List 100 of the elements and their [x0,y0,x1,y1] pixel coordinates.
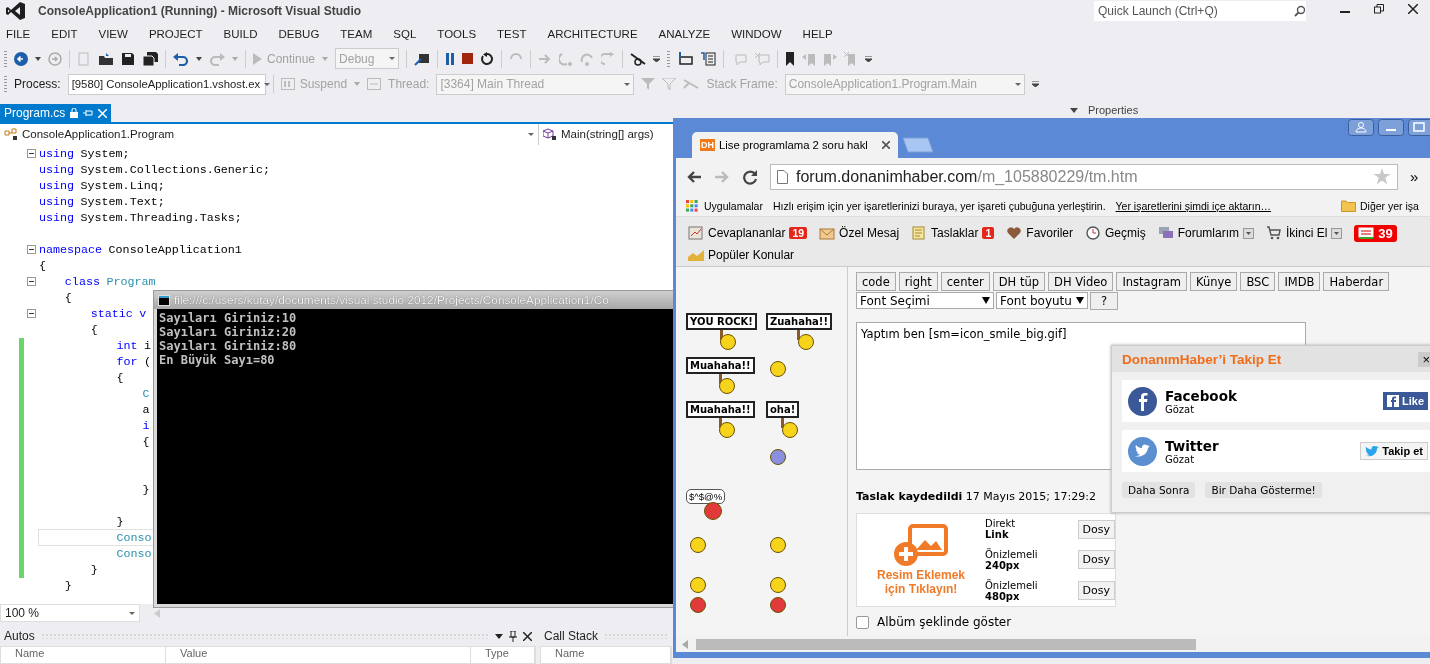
pin-icon[interactable] [509,630,517,642]
format-button[interactable]: Künye [1189,272,1238,291]
format-button[interactable]: DH Video [1048,272,1114,291]
caret-icon[interactable] [495,633,503,639]
back-icon[interactable] [14,51,28,66]
column-header[interactable]: Name [541,647,671,663]
maximize-icon[interactable] [1408,119,1430,136]
menu-item[interactable]: SQL [387,27,427,40]
smiley-icon[interactable] [690,537,706,553]
format-button[interactable]: DH tüp [992,272,1046,291]
address-bar[interactable]: forum.donanimhaber.com/m_105880229/tm.htm [770,163,1398,190]
menu-item[interactable]: FILE [0,27,41,40]
collapse-icon[interactable] [26,149,36,159]
sign-smiley-drawing[interactable]: Muahaha!! [686,357,755,394]
menu-item[interactable]: PROJECT [142,27,213,40]
bookmark-icon[interactable] [785,51,796,66]
star-icon[interactable] [1373,168,1391,185]
user-icon[interactable] [1348,119,1374,136]
site-nav-link[interactable]: İkinci El [1266,226,1343,240]
smiley-icon[interactable] [770,361,786,377]
column-header[interactable]: Type [471,647,535,663]
like-button[interactable]: Like [1383,392,1428,410]
font-size-select[interactable]: Font boyutu [996,292,1088,309]
caret-icon[interactable] [196,56,202,61]
type-dropdown[interactable]: ConsoleApplication1.Program [0,124,539,145]
browser-tab[interactable]: DH Lise programlama 2 soru hakl [692,132,898,158]
format-button[interactable]: code [856,272,896,291]
smiley-icon[interactable] [690,577,706,593]
site-nav-link[interactable]: Taslaklar 1 [911,226,995,240]
overflow-icon[interactable] [1031,81,1039,88]
menu-item[interactable]: HELP [796,27,843,40]
format-button[interactable]: BSC [1240,272,1276,291]
font-select[interactable]: Font Seçimi [856,292,994,309]
caret-icon[interactable] [1070,107,1078,113]
menu-item[interactable]: BUILD [217,27,268,40]
back-icon[interactable] [686,169,702,184]
more-button[interactable]: » [1410,168,1419,185]
menu-item[interactable]: DEBUG [272,27,330,40]
format-button[interactable]: Haberdar [1323,272,1390,291]
file-button[interactable]: Dosy [1077,581,1115,601]
file-button[interactable]: Dosy [1077,550,1115,570]
caret-icon[interactable] [35,56,41,61]
messages-badge[interactable]: 39 [1354,224,1397,242]
sign-smiley-drawing[interactable]: YOU ROCK! [686,313,757,350]
save-all-icon[interactable] [142,51,158,66]
collapse-icon[interactable] [26,309,36,319]
sign-smiley-drawing[interactable]: oha! [766,401,800,438]
apps-shortcut[interactable]: Uygulamalar [686,199,763,212]
close-button[interactable]: × [1418,351,1430,367]
format-button[interactable]: right [898,272,938,291]
sign-smiley-drawing[interactable]: Muahaha!! [686,401,755,438]
undo-icon[interactable] [173,51,189,66]
collapse-icon[interactable] [26,245,36,255]
menu-item[interactable]: ARCHITECTURE [541,27,648,40]
file-button[interactable]: Dosy [1077,519,1115,539]
open-folder-icon[interactable] [98,51,114,66]
stop-icon[interactable] [462,53,474,64]
site-nav-link[interactable]: Popüler Konular [688,248,795,262]
checkbox[interactable] [856,615,869,629]
close-icon[interactable] [882,141,890,149]
restart-icon[interactable] [480,51,495,66]
help-button[interactable]: ? [1090,292,1119,310]
site-nav-link[interactable]: Favoriler [1006,226,1073,240]
speech-bubble-smiley-drawing[interactable]: $^$@% [686,489,726,520]
restore-icon[interactable] [1374,3,1384,14]
close-icon[interactable] [523,631,532,641]
quick-launch-field[interactable]: Quick Launch (Ctrl+Q) [1094,0,1306,21]
process-icon[interactable] [414,51,431,66]
site-nav-link[interactable]: Geçmiş [1085,226,1146,240]
smiley-icon[interactable] [690,597,706,613]
close-icon[interactable] [1408,3,1418,14]
pause-icon[interactable] [445,52,456,65]
smiley-icon[interactable] [770,597,786,613]
zoom-dropdown[interactable]: 100 % [0,604,140,622]
indent-icon[interactable] [677,51,694,66]
menu-item[interactable]: ANALYZE [652,27,721,40]
format-button[interactable]: Instagram [1116,272,1187,291]
menu-item[interactable]: EDIT [45,27,88,40]
menu-item[interactable]: TEAM [334,27,383,40]
list-icon[interactable] [700,51,717,66]
dismiss-button[interactable]: Daha Sonra [1122,482,1196,498]
site-nav-link[interactable]: Özel Mesaj [819,226,900,240]
dropdown-icon[interactable] [1331,227,1343,239]
site-nav-link[interactable]: Forumlarım [1157,226,1254,240]
follow-button[interactable]: Takip et [1360,442,1428,460]
collapse-icon[interactable] [26,277,36,287]
scrollbar-thumb[interactable] [696,638,1196,650]
minimize-icon[interactable] [1378,119,1404,136]
save-icon[interactable] [121,51,135,66]
album-checkbox-row[interactable]: Albüm şeklinde göster [856,615,1430,629]
reload-icon[interactable] [742,168,758,185]
column-header[interactable]: Value [166,647,471,663]
menu-item[interactable]: WINDOW [725,27,792,40]
menu-item[interactable]: VIEW [92,27,138,40]
smiley-icon[interactable] [770,449,786,465]
menu-item[interactable]: TEST [491,27,537,40]
import-bookmarks-link[interactable]: Yer işaretlerini şimdi içe aktarın… [1115,199,1271,212]
other-bookmarks-folder[interactable]: Diğer yer işa [1341,199,1419,212]
overflow-icon[interactable] [653,55,661,62]
sign-smiley-drawing[interactable]: Zuahaha!! [766,313,832,350]
